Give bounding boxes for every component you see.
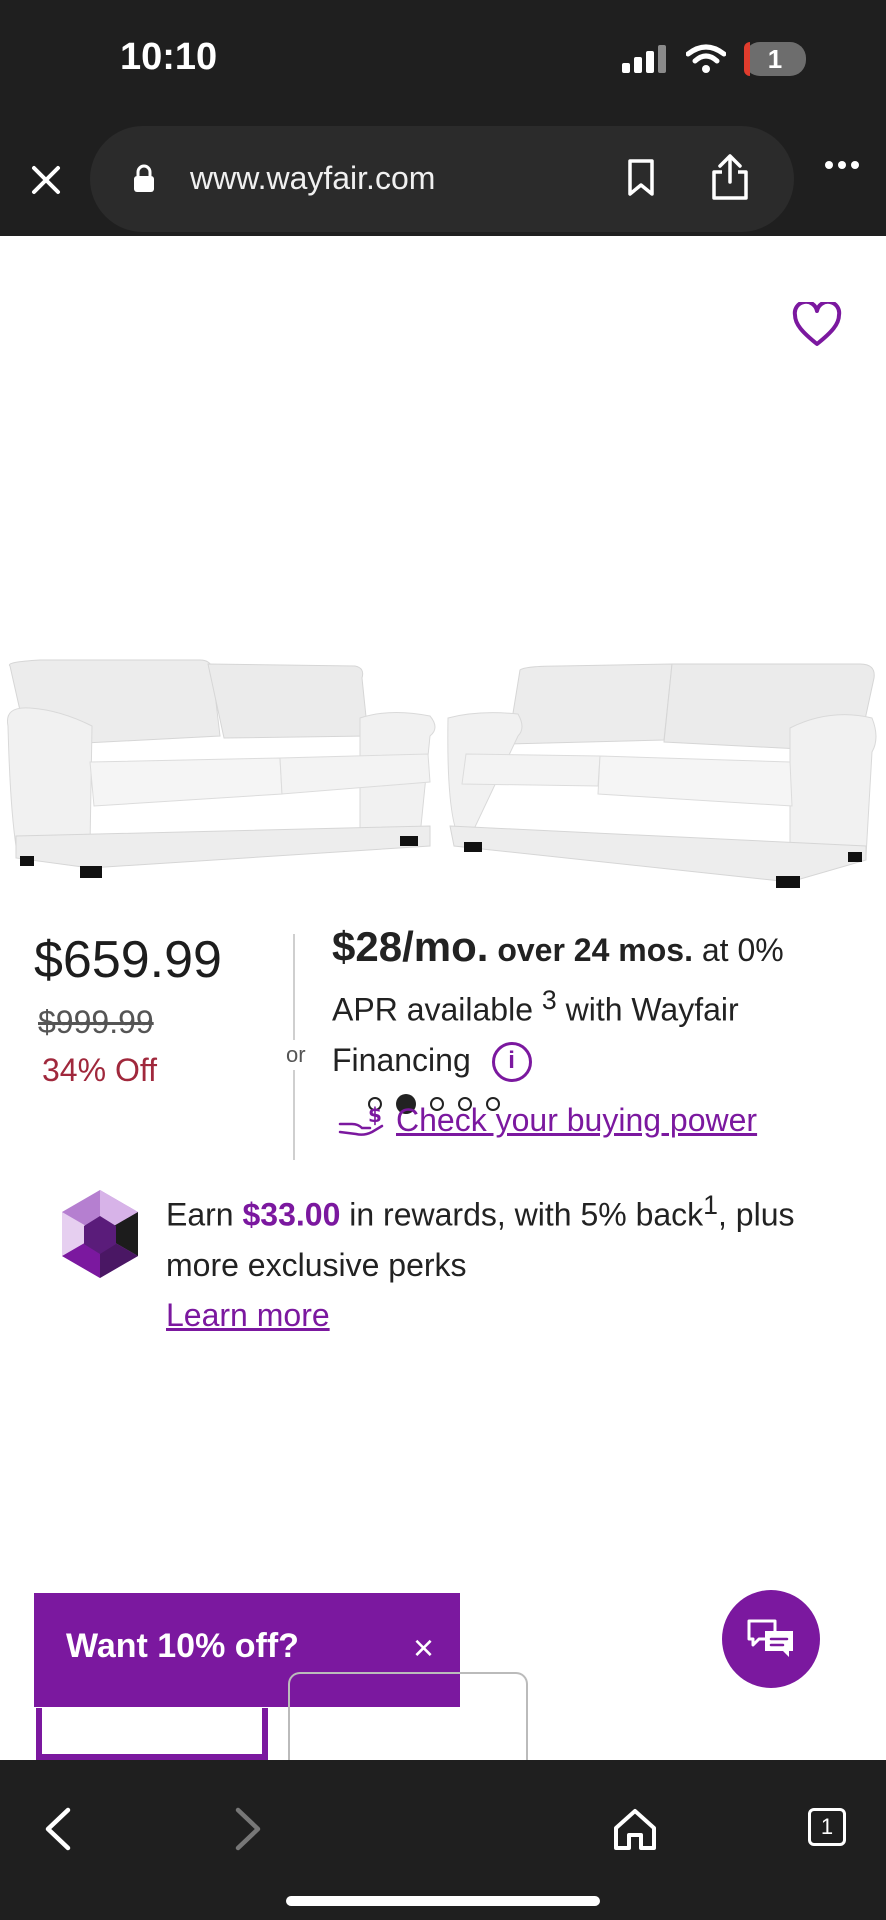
- sofa-right: [447, 663, 877, 888]
- monthly-price: $28/mo.: [332, 923, 489, 970]
- bookmark-icon[interactable]: [626, 158, 656, 198]
- apr-footnote: 3: [541, 985, 557, 1015]
- financing-info: $28/mo. over 24 mos. at 0% APR available…: [332, 922, 852, 1085]
- financing-term: over 24 mos.: [497, 932, 693, 968]
- learn-more-link[interactable]: Learn more: [166, 1297, 330, 1333]
- sale-price: $659.99: [34, 931, 222, 989]
- close-icon: [32, 166, 60, 194]
- promo-title[interactable]: Want 10% off?: [66, 1627, 299, 1666]
- back-icon[interactable]: [42, 1806, 72, 1852]
- option-swatch[interactable]: [288, 1672, 528, 1762]
- tab-count: 1: [820, 1814, 834, 1839]
- original-price: $999.99: [38, 1004, 154, 1040]
- buying-power-row[interactable]: $ Check your buying power: [338, 1102, 757, 1139]
- info-icon[interactable]: i: [491, 1042, 532, 1083]
- browser-top-bar: 10:10 1 www.wayfair.com: [0, 0, 886, 236]
- rewards-middle: in rewards, with 5% back: [349, 1196, 704, 1233]
- rewards-section: Earn $33.00 in rewards, with 5% back1, p…: [58, 1186, 834, 1333]
- share-icon[interactable]: [710, 152, 750, 202]
- rewards-prefix: Earn: [166, 1196, 234, 1233]
- sofa-left: [6, 659, 436, 878]
- address-bar[interactable]: www.wayfair.com: [90, 126, 794, 232]
- or-label: or: [282, 1040, 310, 1070]
- signal-icon: [622, 45, 666, 73]
- forward-icon[interactable]: [234, 1806, 264, 1852]
- discount-label: 34% Off: [42, 1052, 158, 1088]
- rewards-amount: $33.00: [242, 1196, 341, 1233]
- favorite-heart-icon[interactable]: [792, 302, 842, 348]
- hand-dollar-icon: $: [338, 1104, 384, 1136]
- rewards-text: Earn $33.00 in rewards, with 5% back1, p…: [166, 1180, 846, 1340]
- check-buying-power-link[interactable]: Check your buying power: [396, 1102, 757, 1139]
- rewards-gem-icon: [62, 1190, 138, 1278]
- more-options-icon[interactable]: [824, 160, 860, 170]
- home-icon[interactable]: [612, 1806, 658, 1852]
- battery-indicator: 1: [744, 42, 806, 76]
- option-swatch-selected[interactable]: [36, 1708, 268, 1760]
- url-text[interactable]: www.wayfair.com: [190, 160, 435, 197]
- product-image[interactable]: [0, 656, 886, 916]
- browser-bottom-toolbar: 1: [0, 1760, 886, 1920]
- chat-button[interactable]: [722, 1590, 820, 1688]
- wifi-icon: [686, 44, 726, 73]
- promo-close-button[interactable]: ×: [413, 1627, 434, 1669]
- close-tab-button[interactable]: [26, 160, 66, 200]
- status-icons: 1: [622, 42, 806, 76]
- tabs-button[interactable]: 1: [808, 1808, 846, 1846]
- rewards-footnote: 1: [703, 1190, 718, 1220]
- home-indicator: [286, 1896, 600, 1906]
- lock-icon: [134, 164, 154, 192]
- svg-text:$: $: [368, 1104, 382, 1127]
- status-time: 10:10: [120, 36, 218, 78]
- chat-icon: [747, 1619, 793, 1657]
